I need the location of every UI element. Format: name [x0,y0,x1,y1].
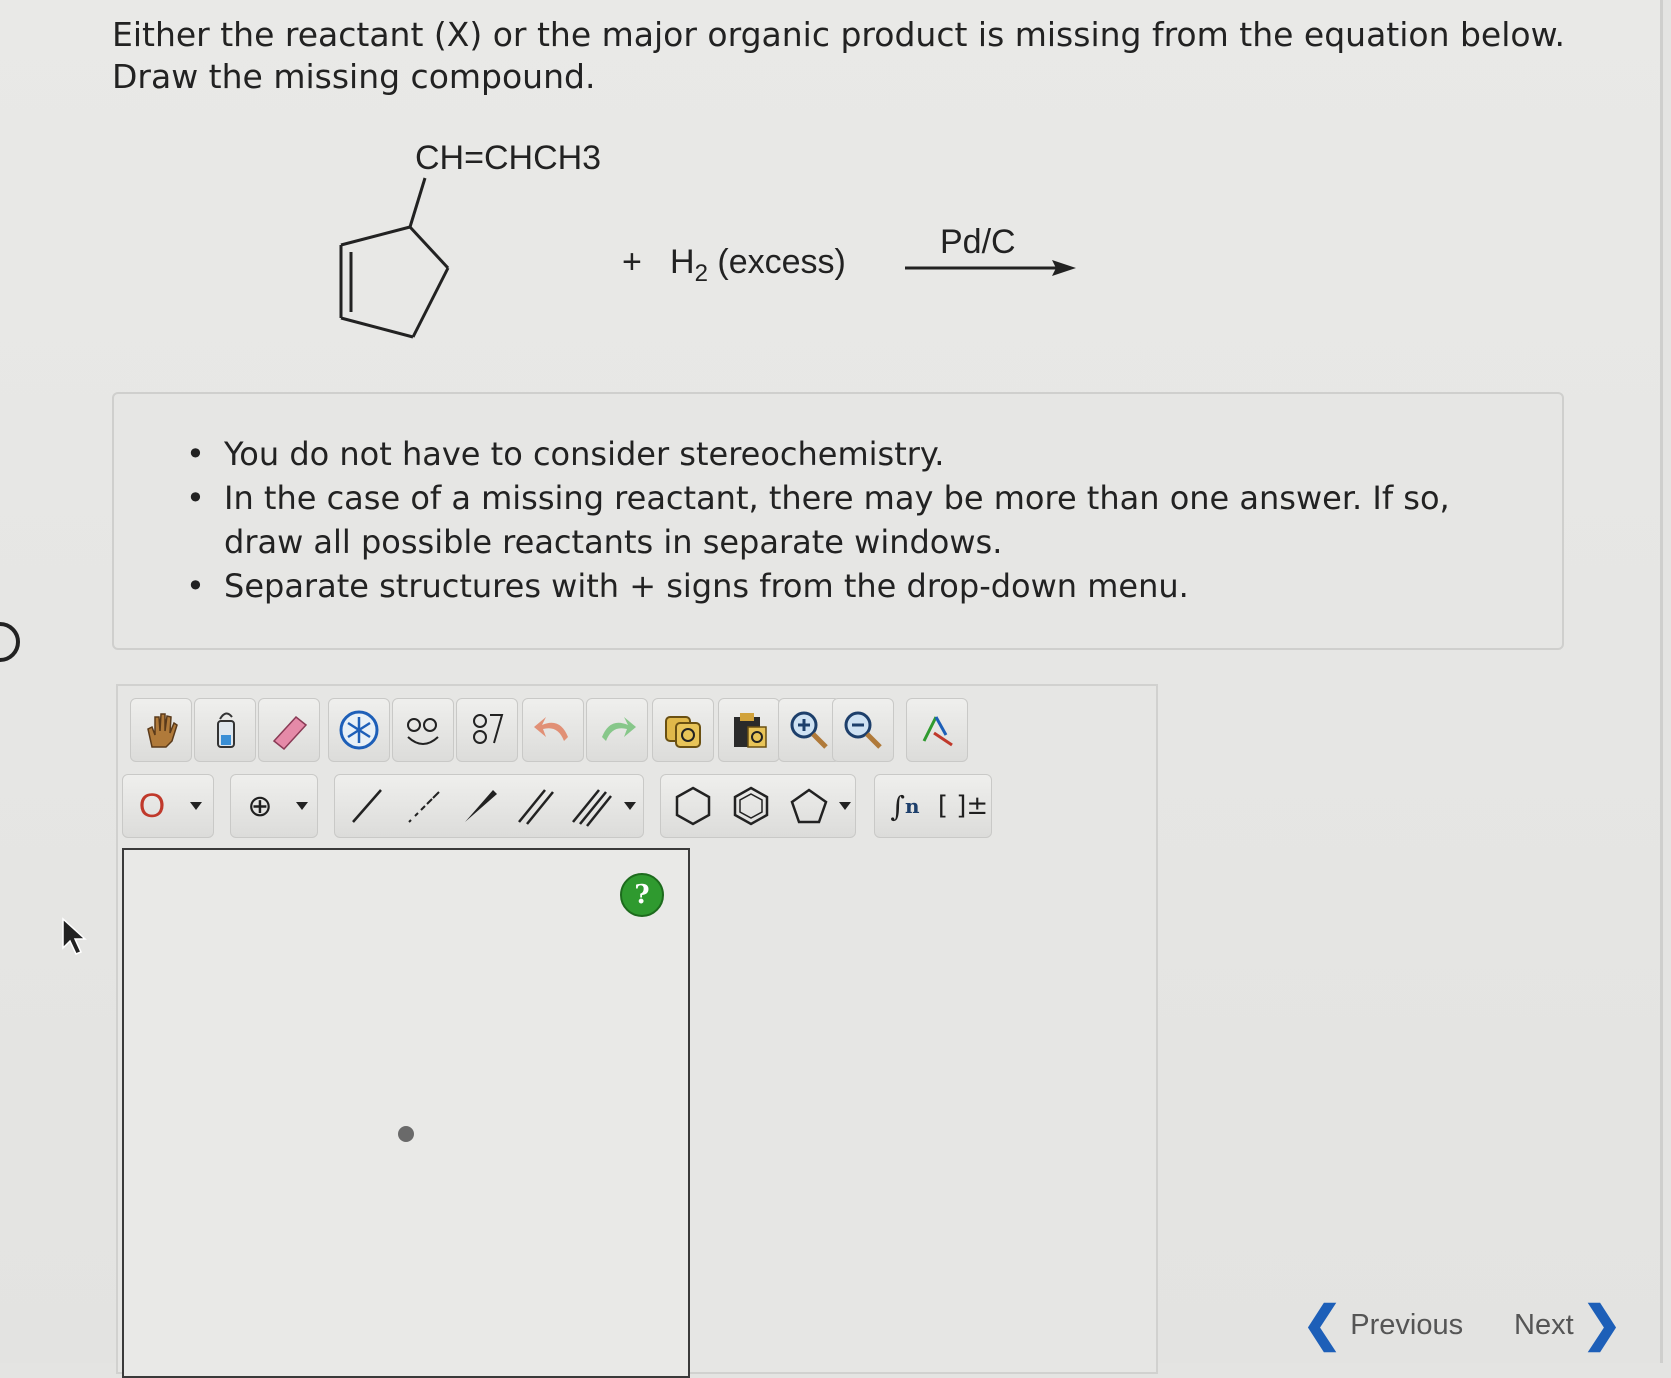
wedge-bond-button[interactable] [451,775,507,837]
template-flask-icon [217,712,235,748]
mouse-cursor-icon [62,917,87,955]
instructions-list: You do not have to consider stereochemis… [186,432,1526,608]
zoom-out-button[interactable] [832,698,894,762]
eraser-button[interactable] [258,698,320,762]
reagent-subscript: 2 [694,260,708,287]
reagent-note: (excess) [717,243,846,281]
plus-sign: + [622,243,642,281]
copy-icon [665,716,701,748]
chevron-down-icon [190,802,202,810]
bracket-label: [ ]± [937,791,989,821]
chain-icon [473,714,504,744]
undo-icon [534,717,568,741]
reagent-symbol: H [670,243,695,281]
polymer-bracket-tools: ∫ n [ ]± [874,774,992,838]
previous-button[interactable]: ❮ Previous [1302,1290,1464,1351]
pentagon-ring-button[interactable] [781,775,837,837]
drawing-canvas[interactable] [122,848,690,1378]
polymer-button[interactable]: ∫ n [877,775,933,837]
hexagon-icon [675,786,711,826]
edge-circle-icon [0,622,20,662]
bracket-button[interactable]: [ ]± [935,775,991,837]
atom-select[interactable]: O [122,774,214,838]
charge-label: ⊕ [247,788,273,824]
atom-ring-icon [339,710,379,750]
benzene-ring-button[interactable] [723,775,779,837]
catalyst-label: Pd/C [940,223,1016,261]
double-bond-icon [518,789,554,825]
charge-dropdown[interactable] [287,775,317,837]
instruction-item: In the case of a missing reactant, there… [186,476,1526,564]
atom-dropdown[interactable] [181,775,211,837]
single-bond-icon [352,789,382,823]
zoom-out-icon [844,711,882,749]
hashed-bond-button[interactable] [395,775,451,837]
benzene-icon [733,786,769,826]
chevron-down-icon [296,802,308,810]
clean-structure-button[interactable] [392,698,454,762]
bond-dropdown[interactable] [619,775,641,837]
ring-dropdown[interactable] [835,775,855,837]
reaction-equation: CH=CHCH3 + H2 (excess) Pd/C [300,125,1200,375]
instruction-item: You do not have to consider stereochemis… [186,432,1526,476]
ring-atom-button[interactable] [328,698,390,762]
canvas-dot [398,1126,414,1142]
chevron-right-icon: ❯ [1581,1298,1622,1351]
color-icon [922,716,953,747]
chevron-down-icon [624,802,636,810]
eraser-icon [272,715,308,751]
hashed-bond-icon [408,791,440,823]
redo-button[interactable] [586,698,648,762]
charge-select[interactable]: ⊕ [230,774,318,838]
chain-button[interactable] [456,698,518,762]
next-button[interactable]: Next ❯ [1514,1290,1622,1351]
triple-bond-icon [572,789,612,827]
zoom-in-icon [790,711,828,749]
bond-tools [334,774,644,838]
clean-structure-icon [407,718,439,745]
color-button[interactable] [906,698,968,762]
pentagon-icon [790,788,828,824]
hand-icon [147,713,178,748]
instructions-box: You do not have to consider stereochemis… [112,392,1564,650]
single-bond-button[interactable] [339,775,395,837]
redo-icon [602,717,636,741]
undo-button[interactable] [522,698,584,762]
template-tool-button[interactable] [194,698,256,762]
hexagon-ring-button[interactable] [665,775,721,837]
triple-bond-button[interactable] [563,775,619,837]
polymer-label: n [905,794,920,818]
chevron-down-icon [839,802,851,810]
question-text: Either the reactant (X) or the major org… [112,15,1566,96]
wedge-bond-icon [465,790,497,822]
chevron-left-icon: ❮ [1302,1298,1343,1351]
copy-button[interactable] [652,698,714,762]
paste-button[interactable] [718,698,780,762]
zoom-in-button[interactable] [778,698,840,762]
ring-tools [660,774,856,838]
hand-tool-button[interactable] [130,698,192,762]
instruction-item: Separate structures with + signs from th… [186,564,1526,608]
previous-label: Previous [1350,1309,1464,1341]
next-label: Next [1514,1309,1574,1341]
atom-label: O [138,786,166,825]
double-bond-button[interactable] [507,775,563,837]
substituent-label: CH=CHCH3 [415,139,602,177]
help-button[interactable]: ? [620,873,664,917]
page: Either the reactant (X) or the major org… [0,0,1663,1378]
reagent-label: H2 (excess) [670,243,846,287]
paste-icon [734,713,767,748]
